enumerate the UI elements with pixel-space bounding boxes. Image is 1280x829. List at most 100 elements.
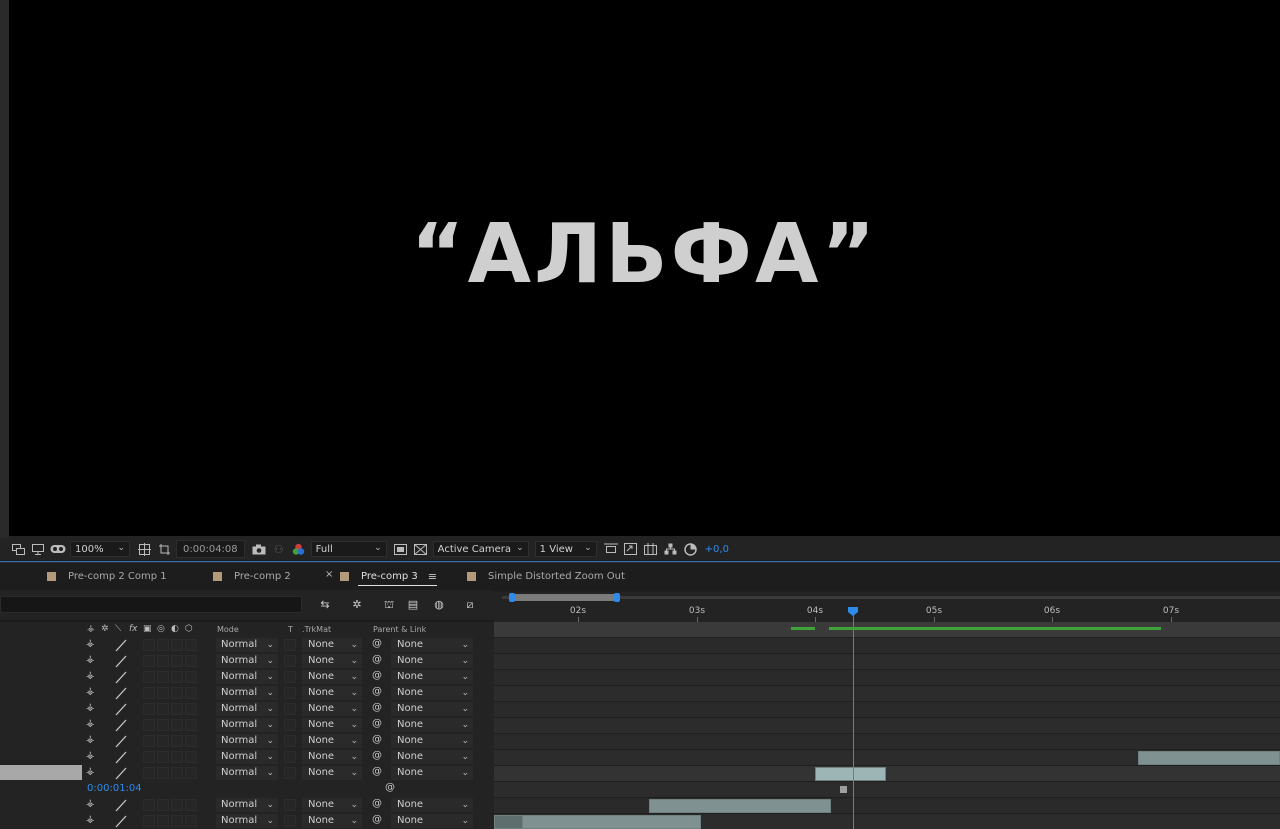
switch-box[interactable] <box>143 703 155 715</box>
preserve-transparency-box[interactable] <box>284 687 296 699</box>
composition-canvas[interactable]: “АЛЬФА” <box>9 0 1280 536</box>
layer-name-area[interactable] <box>0 653 82 668</box>
tab-pre-comp-3[interactable]: Pre-comp 3 ≡ <box>340 564 437 588</box>
quality-icon[interactable] <box>114 654 128 668</box>
switch-box[interactable] <box>171 735 183 747</box>
preserve-transparency-box[interactable] <box>284 655 296 667</box>
layer-row[interactable]: ⚶ Normal ⌄ None ⌄ @ None ⌄ <box>0 813 494 829</box>
layer-row[interactable]: ⚶ Normal ⌄ None ⌄ @ None ⌄ <box>0 637 494 653</box>
adjustment-switch-icon[interactable]: ◐ <box>171 624 179 634</box>
shy-icon[interactable]: ⚶ <box>86 814 95 825</box>
layer-track[interactable] <box>494 750 1280 765</box>
switch-box[interactable] <box>157 671 169 683</box>
preserve-transparency-box[interactable] <box>284 735 296 747</box>
mask-visibility-icon[interactable] <box>50 541 66 557</box>
switch-box[interactable] <box>171 767 183 779</box>
track-matte-select[interactable]: None ⌄ <box>302 702 362 716</box>
camera-view-select[interactable]: Active Camera ⌄ <box>432 541 529 557</box>
preserve-transparency-box[interactable] <box>284 639 296 651</box>
quality-icon[interactable] <box>114 670 128 684</box>
switch-box[interactable] <box>185 719 197 731</box>
parent-select[interactable]: None ⌄ <box>391 686 473 700</box>
view-layout-select[interactable]: 1 View ⌄ <box>534 541 597 557</box>
switch-box[interactable] <box>185 751 197 763</box>
switch-box[interactable] <box>171 799 183 811</box>
preserve-transparency-box[interactable] <box>284 815 296 827</box>
blend-mode-select[interactable]: Normal ⌄ <box>216 798 278 812</box>
current-time-display[interactable]: 0:00:04:08 <box>176 540 245 558</box>
time-navigator-end-handle[interactable] <box>614 593 620 602</box>
camera-snapshot-icon[interactable] <box>251 541 267 557</box>
track-matte-select[interactable]: None ⌄ <box>302 734 362 748</box>
frame-blend-switch-icon[interactable]: ▣ <box>143 624 152 634</box>
layer-name-area[interactable] <box>0 685 82 700</box>
time-navigator-range[interactable] <box>512 594 617 601</box>
keyframe-marker[interactable] <box>840 786 847 793</box>
quality-icon[interactable] <box>114 638 128 652</box>
draft-3d-icon[interactable]: ✲ <box>348 598 366 612</box>
layer-track[interactable] <box>494 670 1280 685</box>
track-matte-select[interactable]: None ⌄ <box>302 638 362 652</box>
hide-shy-layers-icon[interactable]: ⛫ <box>380 598 398 612</box>
blend-mode-select[interactable]: Normal ⌄ <box>216 750 278 764</box>
shy-icon[interactable]: ⚶ <box>86 670 95 681</box>
parent-select[interactable]: None ⌄ <box>391 814 473 828</box>
pick-whip-icon[interactable]: @ <box>372 814 382 825</box>
switch-box[interactable] <box>157 639 169 651</box>
switch-box[interactable] <box>143 639 155 651</box>
track-matte-select[interactable]: None ⌄ <box>302 766 362 780</box>
pick-whip-icon[interactable]: @ <box>372 686 382 697</box>
toggle-pixel-aspect-icon[interactable] <box>603 541 619 557</box>
switch-box[interactable] <box>171 687 183 699</box>
frame-blending-icon[interactable]: ▤ <box>404 598 422 612</box>
switch-box[interactable] <box>171 815 183 827</box>
switch-box[interactable] <box>143 671 155 683</box>
layer-row[interactable]: ⚶ Normal ⌄ None ⌄ @ None ⌄ <box>0 685 494 701</box>
property-track[interactable] <box>494 782 1280 797</box>
layer-bar[interactable] <box>522 815 701 829</box>
transparency-grid-icon[interactable] <box>413 541 429 557</box>
switch-box[interactable] <box>143 719 155 731</box>
layer-track[interactable] <box>494 686 1280 701</box>
show-snapshot-icon[interactable]: ⚇ <box>271 541 287 557</box>
panel-menu-icon[interactable]: ≡ <box>428 570 437 583</box>
switch-box[interactable] <box>185 799 197 811</box>
blend-mode-select[interactable]: Normal ⌄ <box>216 718 278 732</box>
track-matte-select[interactable]: None ⌄ <box>302 718 362 732</box>
motion-blur-icon[interactable]: ◍ <box>430 598 448 612</box>
shy-icon[interactable]: ⚶ <box>86 718 95 729</box>
layer-name-area[interactable] <box>0 813 82 828</box>
parent-select[interactable]: None ⌄ <box>391 670 473 684</box>
tab-pre-comp-2[interactable]: Pre-comp 2 <box>213 564 291 588</box>
switch-box[interactable] <box>157 703 169 715</box>
layer-name-area[interactable] <box>0 717 82 732</box>
switch-box[interactable] <box>143 815 155 827</box>
pick-whip-icon[interactable]: @ <box>372 798 382 809</box>
fit-comp-icon[interactable] <box>623 541 639 557</box>
work-area-bar[interactable] <box>494 622 1280 637</box>
layer-row[interactable]: ⚶ Normal ⌄ None ⌄ @ None ⌄ <box>0 733 494 749</box>
exposure-value[interactable]: +0,0 <box>705 544 729 555</box>
switch-box[interactable] <box>185 767 197 779</box>
time-remap-value[interactable]: 0:00:01:04 <box>87 783 142 794</box>
shy-icon[interactable]: ⚶ <box>86 638 95 649</box>
switch-box[interactable] <box>143 767 155 779</box>
parent-select[interactable]: None ⌄ <box>391 718 473 732</box>
switch-box[interactable] <box>185 687 197 699</box>
layer-row[interactable]: ⚶ Normal ⌄ None ⌄ @ None ⌄ <box>0 701 494 717</box>
time-ruler[interactable]: 02s 03s 04s 05s 06s 07s <box>494 603 1280 622</box>
layer-track-selected[interactable] <box>494 766 1280 781</box>
blend-mode-select[interactable]: Normal ⌄ <box>216 670 278 684</box>
preserve-transparency-box[interactable] <box>284 767 296 779</box>
switch-box[interactable] <box>157 767 169 779</box>
time-navigator-start-handle[interactable] <box>509 593 515 602</box>
switch-box[interactable] <box>157 751 169 763</box>
switch-box[interactable] <box>185 815 197 827</box>
layer-row[interactable]: ⚶ Normal ⌄ None ⌄ @ None ⌄ <box>0 653 494 669</box>
parent-select[interactable]: None ⌄ <box>391 638 473 652</box>
parent-select[interactable]: None ⌄ <box>391 654 473 668</box>
switch-box[interactable] <box>143 751 155 763</box>
layer-row-selected[interactable]: ⚶ Normal ⌄ None ⌄ @ None ⌄ <box>0 765 494 781</box>
switch-box[interactable] <box>143 655 155 667</box>
shy-icon[interactable]: ⚶ <box>86 766 95 777</box>
